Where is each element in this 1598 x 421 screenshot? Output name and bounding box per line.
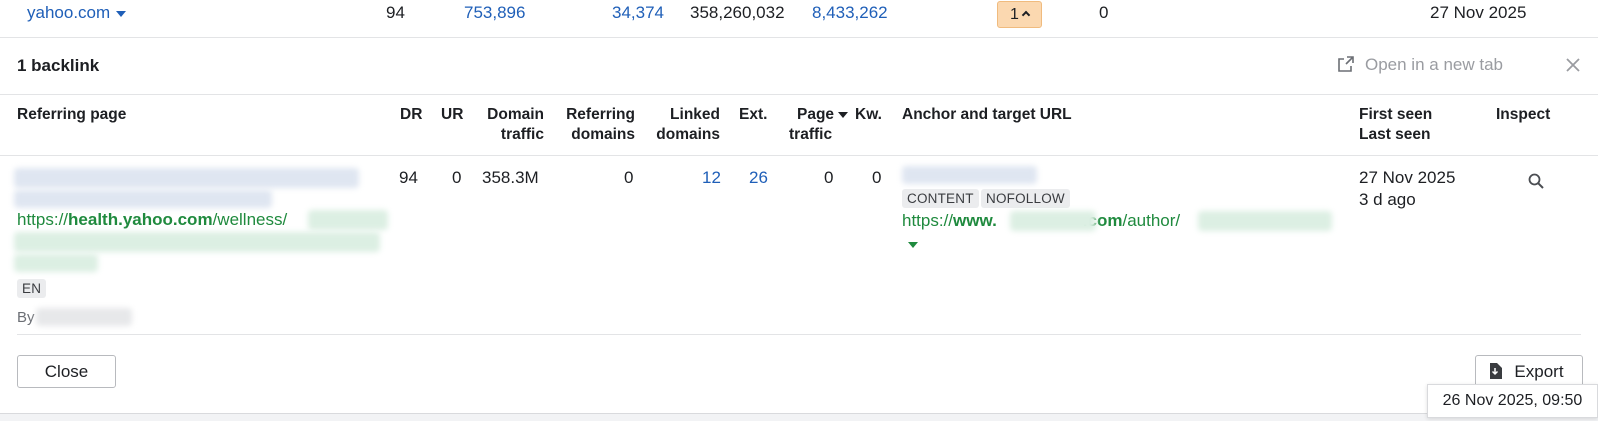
language-tag: EN — [17, 279, 47, 298]
chevron-up-icon — [1021, 10, 1031, 20]
summary-new-links: 0 — [1099, 3, 1109, 22]
header-page-traffic-line1: Page — [797, 106, 835, 123]
chevron-down-icon — [116, 10, 127, 17]
header-anchor-url[interactable]: Anchor and target URL — [902, 105, 1072, 125]
redacted-url-part — [308, 210, 388, 230]
target-url-host-start: www. — [953, 211, 997, 230]
header-domain-traffic[interactable]: Domain traffic — [484, 105, 544, 145]
domain-name: yahoo.com — [27, 3, 111, 22]
summary-traffic: 358,260,032 — [690, 3, 785, 22]
header-first-last-seen[interactable]: First seen Last seen — [1359, 105, 1432, 145]
header-referring-page[interactable]: Referring page — [17, 105, 126, 125]
header-ext[interactable]: Ext. — [739, 105, 767, 125]
panel-title: 1 backlink — [17, 56, 100, 75]
redacted-target-path — [1198, 211, 1332, 231]
cell-first-seen: 27 Nov 2025 — [1359, 168, 1456, 187]
cell-linked-domains-link[interactable]: 12 — [702, 168, 721, 188]
content-tag: CONTENT — [902, 189, 979, 208]
header-linked-domains-line1: Linked — [670, 106, 720, 123]
download-icon — [1490, 363, 1502, 379]
redacted-page-title-line2 — [14, 190, 272, 208]
redacted-url-line3 — [14, 254, 98, 272]
table-header: Referring page DR UR Domain traffic Refer… — [0, 95, 1598, 156]
links-count: 1 — [1010, 6, 1019, 23]
domain-summary-row: yahoo.com 94 753,896 34,374 358,260,032 … — [0, 0, 1598, 38]
redacted-url-line2 — [14, 232, 380, 252]
referring-url-path: /wellness/ — [212, 210, 288, 229]
cell-ur: 0 — [452, 168, 462, 187]
header-kw[interactable]: Kw. — [855, 105, 882, 125]
author-label: By — [17, 309, 35, 326]
header-domain-traffic-line2: traffic — [500, 126, 544, 143]
redacted-anchor-text — [902, 166, 1037, 184]
cell-dr: 94 — [399, 168, 418, 187]
external-link-icon[interactable] — [1338, 56, 1354, 72]
header-first-seen: First seen — [1359, 106, 1433, 123]
cell-referring-domains: 0 — [624, 168, 634, 187]
summary-referring-domains-link[interactable]: 753,896 — [464, 3, 525, 23]
redacted-page-title — [14, 168, 359, 188]
header-dr[interactable]: DR — [400, 105, 422, 125]
cell-last-seen: 3 d ago — [1359, 190, 1416, 209]
header-referring-domains-line2: domains — [571, 126, 635, 143]
cell-ext-link[interactable]: 26 — [749, 168, 768, 188]
header-domain-traffic-line1: Domain — [487, 106, 544, 123]
summary-first-seen: 27 Nov 2025 — [1430, 3, 1527, 22]
footer-divider — [17, 334, 1581, 335]
summary-backlinks-link[interactable]: 34,374 — [612, 3, 664, 23]
header-last-seen: Last seen — [1359, 126, 1431, 143]
referring-page-url[interactable]: https://health.yahoo.com/wellness/ — [17, 210, 287, 230]
close-icon[interactable] — [1565, 57, 1581, 73]
panel-header: 1 backlink Open in a new tab — [0, 38, 1598, 95]
timestamp-tooltip: 26 Nov 2025, 09:50 — [1427, 384, 1598, 418]
open-new-tab-link[interactable]: Open in a new tab — [1365, 55, 1503, 75]
header-referring-domains[interactable]: Referring domains — [560, 105, 635, 145]
links-count-toggle[interactable]: 1 — [997, 1, 1042, 28]
summary-keywords-link[interactable]: 8,433,262 — [812, 3, 888, 23]
redacted-author — [36, 308, 132, 326]
header-inspect: Inspect — [1496, 106, 1551, 123]
header-ur[interactable]: UR — [441, 105, 463, 125]
header-page-traffic[interactable]: Page traffic — [789, 105, 849, 145]
nofollow-tag: NOFOLLOW — [981, 189, 1070, 208]
cell-kw: 0 — [872, 168, 882, 187]
domain-dropdown[interactable]: yahoo.com — [27, 3, 127, 23]
target-url-prefix: https:// — [902, 211, 954, 230]
header-linked-domains-line2: domains — [656, 126, 720, 143]
sort-desc-icon — [838, 111, 849, 118]
referring-url-prefix: https:// — [17, 210, 69, 229]
header-linked-domains[interactable]: Linked domains — [651, 105, 720, 145]
header-referring-domains-line1: Referring — [566, 106, 635, 123]
header-page-traffic-line2: traffic — [789, 126, 833, 143]
summary-dr: 94 — [386, 3, 405, 22]
search-icon[interactable] — [1527, 172, 1545, 190]
close-button[interactable]: Close — [17, 355, 116, 388]
expand-redirect-chevron-icon[interactable] — [908, 242, 918, 248]
backlinks-panel: 1 backlink Open in a new tab Referring p… — [0, 38, 1598, 414]
cell-page-traffic: 0 — [824, 168, 834, 187]
target-url-path: /author/ — [1122, 211, 1181, 230]
referring-url-host: health.yahoo.com — [68, 210, 213, 229]
cell-domain-traffic: 358.3M — [482, 168, 539, 187]
redacted-target-host — [1010, 211, 1096, 231]
